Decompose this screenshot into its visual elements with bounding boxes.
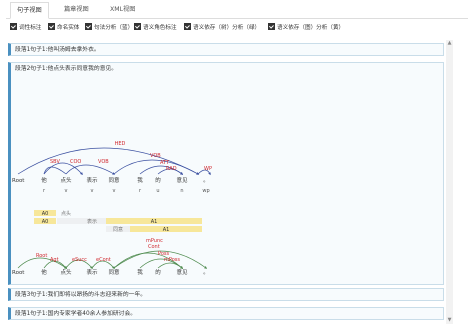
srl-label: A1 — [151, 219, 158, 225]
arc-label: Root — [36, 253, 47, 259]
root-label: Root — [12, 270, 25, 276]
option-srl[interactable]: 语义角色标注 — [134, 22, 177, 34]
word: 表示 — [86, 268, 98, 276]
word: 表示 — [86, 176, 98, 184]
word: 他 — [41, 268, 47, 276]
checkbox-icon[interactable] — [134, 23, 141, 30]
paragraph-panel[interactable]: 段落1句子1:他叫汤姆去拿外衣。 — [8, 43, 444, 56]
tab-discourse-view[interactable]: 篇章视图 — [58, 2, 95, 17]
paragraph-panel[interactable]: 段落1句子1:国内专家学者40余人参加研讨会。 — [8, 307, 444, 320]
arc-label: mPunc — [146, 238, 163, 244]
checkbox-icon[interactable] — [184, 23, 191, 30]
srl-bar — [57, 218, 107, 224]
word: 我 — [137, 268, 143, 276]
checkbox-icon[interactable] — [268, 23, 275, 30]
word: 我 — [137, 176, 143, 184]
pos-tag: r — [139, 188, 142, 194]
checkbox-icon[interactable] — [48, 23, 55, 30]
pos-tag: v — [91, 188, 94, 194]
option-ner[interactable]: 命名实体 — [48, 22, 79, 34]
word: 的 — [155, 268, 161, 276]
srl-label: A1 — [163, 227, 170, 233]
arc-label: eSucc — [72, 257, 87, 263]
srl-rows: A0 点头 A0 表示 A1 同意 A1 — [34, 210, 202, 233]
arc-label: HED — [115, 141, 126, 147]
pos-row: r v v v r u n wp — [43, 188, 210, 194]
word: 。 — [203, 178, 209, 184]
arc-label: COO — [70, 159, 81, 165]
pos-tag: r — [43, 188, 46, 194]
word-row: 他 点头 表示 同意 我 的 意见 。 — [41, 268, 209, 276]
checkbox-icon[interactable] — [85, 23, 92, 30]
option-sdp-graph[interactable]: 语义依存（图）分析（黄） — [268, 22, 344, 34]
root-label: Root — [12, 178, 25, 184]
word: 意见 — [176, 176, 188, 184]
paragraph-panel[interactable]: 段落3句子1:我们即将以昂扬的斗志迎来新的一年。 — [8, 288, 444, 301]
checkbox-icon[interactable] — [10, 23, 17, 30]
vertical-scrollbar[interactable]: ▲ ▼ — [446, 40, 453, 324]
paragraph-text: 段落3句子1:我们即将以昂扬的斗志迎来新的一年。 — [15, 292, 147, 298]
pos-tag: v — [65, 188, 68, 194]
pos-tag: v — [113, 188, 116, 194]
arc-label: WP — [204, 166, 212, 172]
paragraph-text: 段落1句子1:国内专家学者40余人参加研讨会。 — [15, 311, 137, 317]
srl-predicate: 同意 — [113, 226, 123, 233]
srl-predicate: 表示 — [87, 218, 97, 225]
word: 点头 — [60, 268, 72, 276]
scroll-down-icon[interactable]: ▼ — [446, 317, 453, 324]
srl-label: A0 — [42, 219, 49, 225]
word: 点头 — [60, 176, 72, 184]
arc-label: RAD — [166, 166, 177, 172]
word: 同意 — [108, 176, 120, 184]
arc-label: eCont — [96, 257, 111, 263]
syntax-arcs — [17, 147, 211, 176]
option-syntax[interactable]: 句法分析（蓝） — [85, 22, 133, 34]
arc-label: VOB — [98, 159, 109, 165]
word: 意见 — [176, 268, 188, 276]
word: 。 — [203, 270, 209, 276]
word: 的 — [155, 176, 161, 184]
tab-sentence-view[interactable]: 句子视图 — [10, 2, 49, 19]
word: 同意 — [108, 268, 120, 276]
arc-label: SBV — [50, 159, 60, 165]
pos-tag: n — [180, 188, 183, 194]
arc-label: mPoss — [164, 257, 180, 263]
srl-predicate: 点头 — [61, 210, 71, 217]
pos-tag: wp — [202, 188, 209, 194]
paragraph-text: 段落2句子1:他点头表示同意我的意见。 — [15, 66, 118, 72]
word: 他 — [41, 176, 47, 184]
srl-label: A0 — [42, 211, 49, 217]
option-pos[interactable]: 词性标注 — [10, 22, 41, 34]
tab-xml-view[interactable]: XML视图 — [104, 2, 141, 17]
scroll-up-icon[interactable]: ▲ — [446, 40, 453, 47]
pos-tag: u — [156, 188, 159, 194]
view-tabs: 句子视图 篇章视图 XML视图 — [6, 2, 468, 19]
paragraph-text: 段落1句子1:他叫汤姆去拿外衣。 — [15, 47, 100, 53]
arc-label: Cont — [148, 244, 160, 250]
parse-visualization: HED SBV COO VOB VOB ATT RAD WP Root 他 点头… — [12, 141, 212, 276]
option-sdp-tree[interactable]: 语义依存（树）分析（绿） — [184, 22, 260, 34]
word-row: 他 点头 表示 同意 我 的 意见 。 — [41, 176, 209, 184]
arc-label: Agt — [50, 257, 59, 263]
arc-label: VOB — [150, 153, 161, 159]
